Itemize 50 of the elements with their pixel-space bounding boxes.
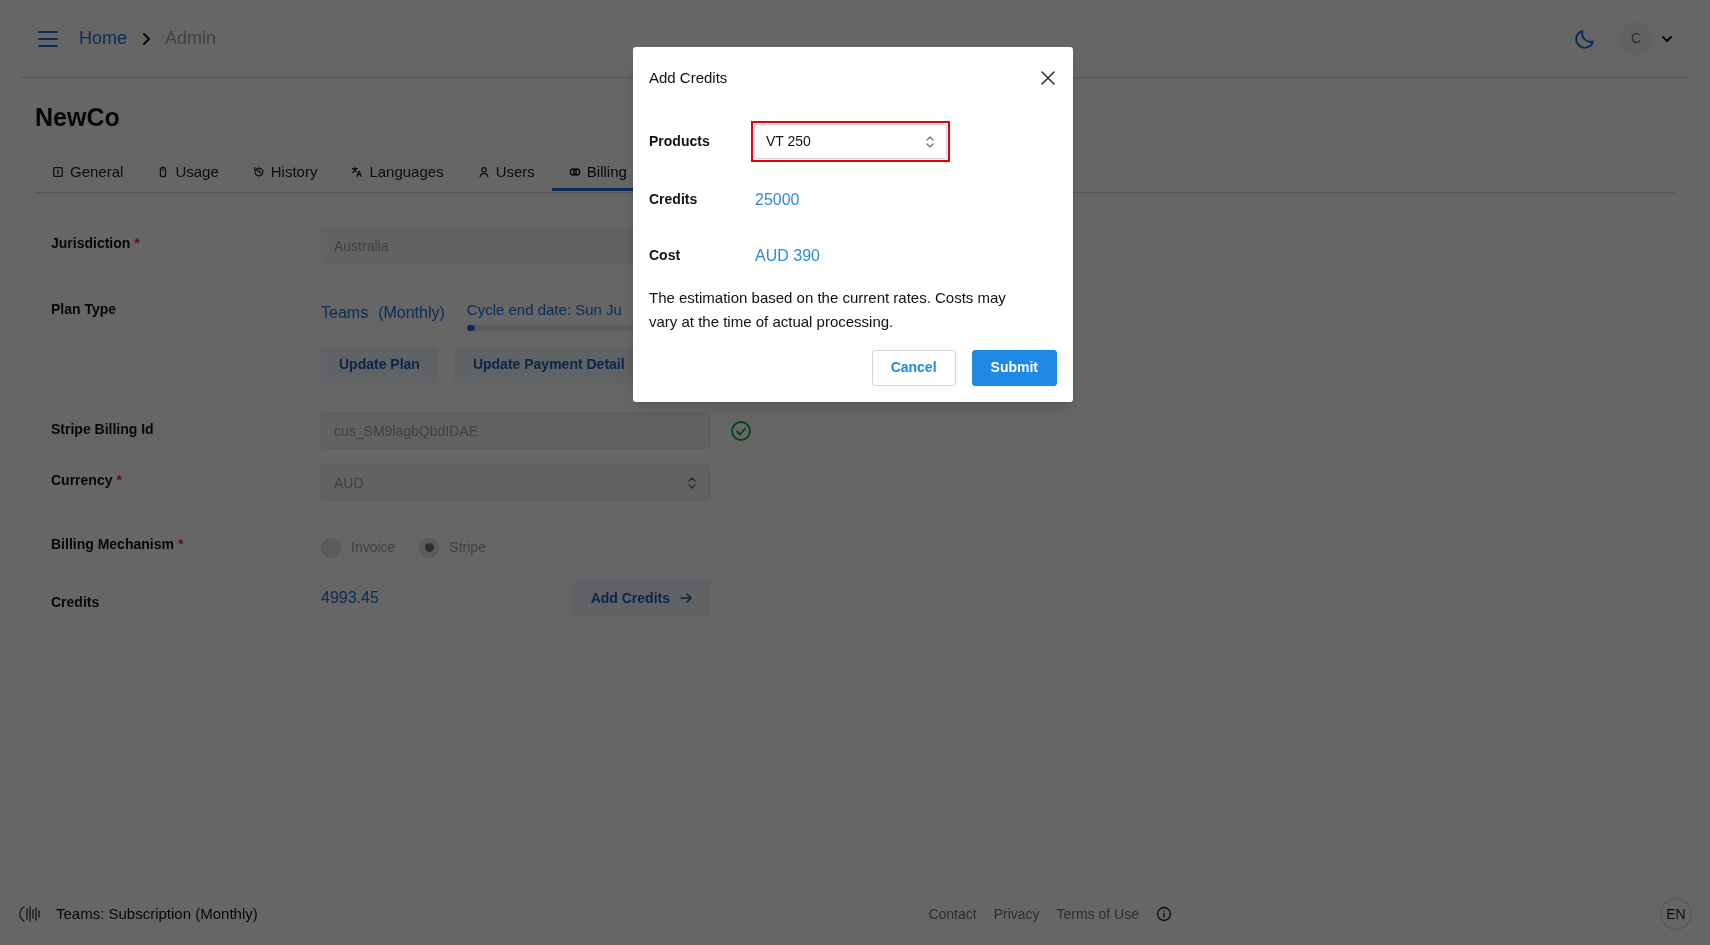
chevron-down-icon[interactable] [1661,34,1673,43]
tab[interactable]: Users [460,156,552,191]
field-label: Credits [51,593,100,612]
coins-icon [568,166,581,178]
plan-name: Teams [321,303,369,323]
field-label: Credits [649,190,699,209]
tab[interactable]: General [35,156,141,191]
radio-button[interactable] [419,537,440,558]
field-label: Cost [649,246,682,265]
up-down-chevron-icon [687,476,697,490]
dialog-title: Add Credits [649,68,728,88]
field-value: 25000 [755,189,800,210]
field-label: Jurisdiction [51,234,131,253]
breadcrumb-link[interactable]: Home [79,25,127,52]
credits-value: 4993.45 [321,588,379,608]
tab[interactable]: Usage [140,156,236,191]
info-icon[interactable] [1156,906,1172,922]
user-icon [477,166,490,178]
field-label: Billing Mechanism [51,535,174,554]
footer-plan-text: Teams: Subscription (Monthly) [56,903,258,924]
field-value: AUD 390 [755,245,820,266]
plan-period: (Monthly) [378,303,445,323]
field-label: Plan Type [51,300,117,319]
field-label: Currency [51,471,113,490]
tab[interactable]: Languages [334,156,461,191]
arrow-right-icon [680,593,692,603]
menu-icon[interactable] [37,29,59,48]
add-credits-button[interactable]: Add Credits [572,580,710,616]
chevron-right-icon [141,31,151,46]
product-select[interactable]: VT 250 [754,124,947,159]
tab[interactable]: History [235,156,335,191]
dialog-note: The estimation based on the current rates. Costs may vary at the time of actual processing. [649,287,1007,332]
history-icon [252,166,265,178]
field-label: Products [649,132,711,151]
translate-icon [351,166,364,178]
required-mark: * [177,535,184,554]
info-square-icon [52,166,64,178]
submit-button[interactable]: Submit [971,349,1057,386]
footer-link[interactable]: Terms of Use [1056,903,1139,925]
up-down-chevron-icon [925,134,935,149]
close-icon[interactable] [1041,71,1055,86]
page-title: NewCo [35,102,121,132]
footer-link[interactable]: Contact [928,903,977,925]
required-mark: * [116,471,122,490]
footer-link[interactable]: Privacy [993,903,1040,925]
field-label: Stripe Billing Id [51,420,154,439]
required-mark: * [134,234,140,253]
cycle-end-date: Cycle end date: Sun Ju [466,300,623,320]
plan-button[interactable]: Update Plan [321,346,438,383]
cancel-button[interactable]: Cancel [871,349,956,386]
